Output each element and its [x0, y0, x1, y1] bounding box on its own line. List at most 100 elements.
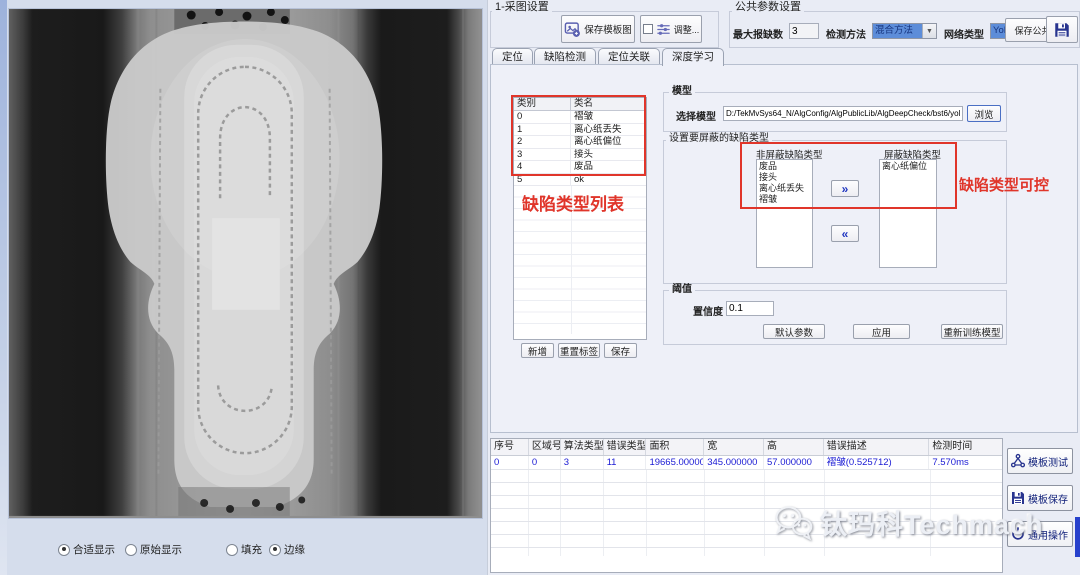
- table-row[interactable]: 4废品: [514, 161, 646, 174]
- tab-label: 定位关联: [608, 51, 650, 63]
- floppy-icon: [1010, 490, 1026, 506]
- model-group-title: 模型: [669, 86, 695, 98]
- class-name: 接头: [571, 149, 596, 161]
- network-type-label: 网络类型: [944, 26, 984, 41]
- table-row[interactable]: 2离心纸偏位: [514, 136, 646, 149]
- cell-height: 57.000000: [764, 456, 824, 469]
- detect-method-dropdown[interactable]: 混合方法 ▼: [872, 23, 937, 39]
- defect-class-table[interactable]: 类别 类名 0褶皱 1离心纸丢失 2离心纸偏位 3接头 4废品 5ok: [513, 97, 647, 340]
- radio-fill-mode[interactable]: 填充: [226, 542, 262, 557]
- add-class-button[interactable]: 新增: [521, 343, 554, 358]
- confidence-label: 置信度: [693, 303, 723, 318]
- tab-positioning-association[interactable]: 定位关联: [598, 48, 660, 65]
- inspection-image-panel[interactable]: [8, 8, 483, 519]
- list-item[interactable]: 废品: [759, 161, 810, 172]
- apply-label: 应用: [872, 325, 891, 339]
- threshold-group-title: 阈值: [669, 284, 695, 296]
- radio-original-display[interactable]: 原始显示: [125, 542, 182, 557]
- table-row[interactable]: 5ok: [514, 174, 646, 187]
- cell-algo-type: 3: [561, 456, 604, 469]
- tab-positioning[interactable]: 定位: [492, 48, 533, 65]
- class-id: 5: [514, 174, 571, 186]
- class-id: 2: [514, 136, 571, 148]
- general-operations-label: 通用操作: [1028, 527, 1068, 542]
- move-left-button[interactable]: «: [831, 225, 859, 242]
- tab-label: 深度学习: [672, 51, 714, 63]
- sliders-icon: [656, 22, 671, 37]
- detection-results-table[interactable]: 序号 区域号 算法类型 错误类型 面积 宽 高 错误描述 检测时间 0 0 3 …: [490, 438, 1003, 573]
- tab-deep-learning[interactable]: 深度学习: [662, 48, 724, 66]
- list-item[interactable]: 褶皱: [759, 194, 810, 205]
- default-params-button[interactable]: 默认参数: [763, 324, 825, 339]
- class-id: 4: [514, 161, 571, 173]
- shield-groupbox: [663, 140, 1007, 284]
- browse-label: 浏览: [974, 107, 993, 121]
- radio-edge-mode[interactable]: 边缘: [269, 542, 305, 557]
- save-classes-label: 保存: [611, 344, 630, 358]
- class-name: ok: [571, 174, 587, 186]
- radio-fit-display[interactable]: 合适显示: [58, 542, 115, 557]
- adjust-button[interactable]: 调整...: [640, 15, 702, 43]
- class-name: 离心纸丢失: [571, 124, 625, 136]
- general-operations-button[interactable]: 通用操作: [1007, 521, 1073, 547]
- network-icon: [1010, 453, 1026, 469]
- double-chevron-left-icon: «: [842, 228, 849, 240]
- image-icon: [564, 21, 581, 38]
- move-right-button[interactable]: »: [831, 180, 859, 197]
- template-save-button[interactable]: 模板保存: [1007, 485, 1073, 511]
- class-id: 0: [514, 111, 571, 123]
- tab-label: 缺陷检测: [544, 51, 586, 63]
- results-table-header: 序号 区域号 算法类型 错误类型 面积 宽 高 错误描述 检测时间: [491, 439, 1002, 456]
- chevron-down-icon[interactable]: ▼: [922, 24, 936, 38]
- list-item[interactable]: 接头: [759, 172, 810, 183]
- col-header: 面积: [646, 439, 704, 455]
- radio-dot[interactable]: [269, 544, 281, 556]
- class-id-header: 类别: [514, 98, 571, 110]
- window-edge-strip: [0, 0, 7, 575]
- unshielded-defects-list[interactable]: 废品 接头 离心纸丢失 褶皱: [756, 159, 813, 268]
- tab-label: 定位: [502, 51, 523, 63]
- reset-labels-button[interactable]: 重置标签: [558, 343, 600, 358]
- table-row[interactable]: 0褶皱: [514, 111, 646, 124]
- class-name-header: 类名: [571, 98, 596, 110]
- table-row[interactable]: 1离心纸丢失: [514, 124, 646, 137]
- retrain-model-button[interactable]: 重新训练模型: [941, 324, 1003, 339]
- save-template-image-button[interactable]: 保存模板图: [561, 15, 635, 43]
- save-params-icon-holder[interactable]: [1046, 16, 1078, 43]
- radio-dot[interactable]: [58, 544, 70, 556]
- add-class-label: 新增: [528, 344, 547, 358]
- class-name: 褶皱: [571, 111, 596, 123]
- radio-edge-label: 边缘: [284, 542, 305, 557]
- cell-width: 345.000000: [704, 456, 764, 469]
- floppy-icon: [1053, 21, 1071, 39]
- browse-button[interactable]: 浏览: [967, 105, 1001, 122]
- col-header: 错误描述: [824, 439, 930, 455]
- template-save-label: 模板保存: [1028, 491, 1068, 506]
- shield-section-title: 设置要屏蔽的缺陷类型: [666, 133, 772, 145]
- save-classes-button[interactable]: 保存: [604, 343, 637, 358]
- confidence-input[interactable]: [726, 301, 774, 316]
- col-header: 检测时间: [929, 439, 1002, 455]
- list-item[interactable]: 离心纸偏位: [882, 161, 934, 172]
- selection-bar: [1075, 517, 1080, 557]
- max-defects-input[interactable]: [789, 23, 819, 39]
- list-item[interactable]: 离心纸丢失: [759, 183, 810, 194]
- radio-dot[interactable]: [125, 544, 137, 556]
- shielded-defects-list[interactable]: 离心纸偏位: [879, 159, 937, 268]
- class-id: 1: [514, 124, 571, 136]
- adjust-checkbox[interactable]: [643, 24, 653, 34]
- tab-defect-detection[interactable]: 缺陷检测: [534, 48, 596, 65]
- col-header: 高: [764, 439, 824, 455]
- template-test-button[interactable]: 模板测试: [1007, 448, 1073, 474]
- col-header: 序号: [491, 439, 529, 455]
- radio-dot[interactable]: [226, 544, 238, 556]
- cell-index: 0: [491, 456, 529, 469]
- apply-button[interactable]: 应用: [853, 324, 910, 339]
- retrain-model-label: 重新训练模型: [943, 325, 1000, 339]
- machine-vision-inspection-app: 合适显示 原始显示 填充 边缘 1-采图设置 保存模板图 调整...: [0, 0, 1080, 575]
- defect-list-annotation: 缺陷类型列表: [522, 190, 624, 215]
- model-path-input[interactable]: [723, 106, 963, 121]
- result-row[interactable]: 0 0 3 11 19665.000000 345.000000 57.0000…: [491, 456, 1002, 470]
- pad-center-patch: [212, 218, 280, 310]
- table-row[interactable]: 3接头: [514, 149, 646, 162]
